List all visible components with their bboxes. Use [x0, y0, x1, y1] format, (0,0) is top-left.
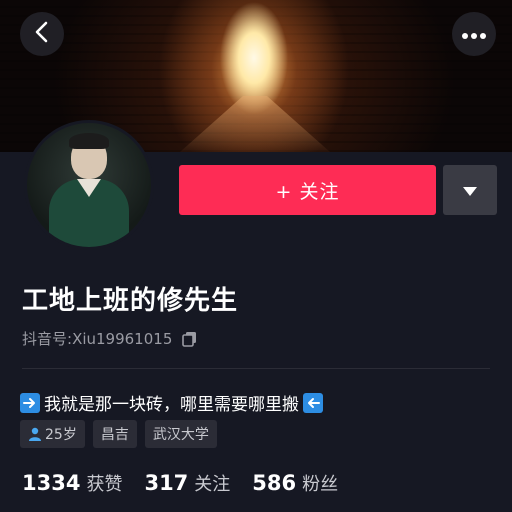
left-arrow-icon — [303, 392, 323, 413]
nickname: 工地上班的修先生 — [22, 286, 239, 316]
tag-school-label: 武汉大学 — [152, 427, 209, 443]
copy-icon[interactable] — [182, 331, 198, 347]
tag-school[interactable]: 武汉大学 — [144, 420, 217, 448]
stat-followers[interactable]: 586 粉丝 — [252, 470, 338, 496]
followers-count: 586 — [252, 471, 297, 495]
tag-age: 25岁 — [20, 420, 85, 448]
chevron-left-icon — [34, 21, 50, 47]
caret-down-icon — [463, 181, 477, 200]
tag-age-label: 25岁 — [45, 427, 77, 443]
divider — [22, 368, 490, 369]
tunnel-floor — [180, 96, 330, 152]
likes-count: 1334 — [22, 471, 81, 495]
avatar[interactable] — [24, 120, 154, 250]
bio: 我就是那一块砖，哪里需要哪里搬 — [20, 390, 323, 415]
avatar-photo — [27, 123, 151, 247]
id-value: Xiu19961015 — [72, 329, 173, 348]
right-arrow-icon — [20, 392, 40, 413]
following-count: 317 — [144, 471, 189, 495]
more-button[interactable] — [452, 12, 496, 56]
douyin-id: 抖音号: Xiu19961015 — [22, 328, 198, 349]
stats: 1334 获赞 317 关注 586 粉丝 — [22, 470, 360, 496]
tag-location-label: 昌吉 — [100, 427, 129, 443]
likes-label: 获赞 — [86, 474, 123, 495]
recommend-dropdown-button[interactable] — [443, 165, 497, 215]
follow-button[interactable]: + 关注 — [179, 165, 436, 215]
person-icon — [28, 427, 42, 441]
tag-location: 昌吉 — [92, 420, 137, 448]
tags: 25岁 昌吉 武汉大学 — [20, 420, 217, 448]
stat-likes[interactable]: 1334 获赞 — [22, 470, 122, 496]
stat-following[interactable]: 317 关注 — [144, 470, 230, 496]
id-label: 抖音号: — [22, 330, 73, 348]
followers-label: 粉丝 — [302, 474, 339, 495]
more-dots-icon — [461, 25, 487, 44]
bio-text: 我就是那一块砖，哪里需要哪里搬 — [44, 395, 299, 415]
back-button[interactable] — [20, 12, 64, 56]
following-label: 关注 — [194, 474, 231, 495]
